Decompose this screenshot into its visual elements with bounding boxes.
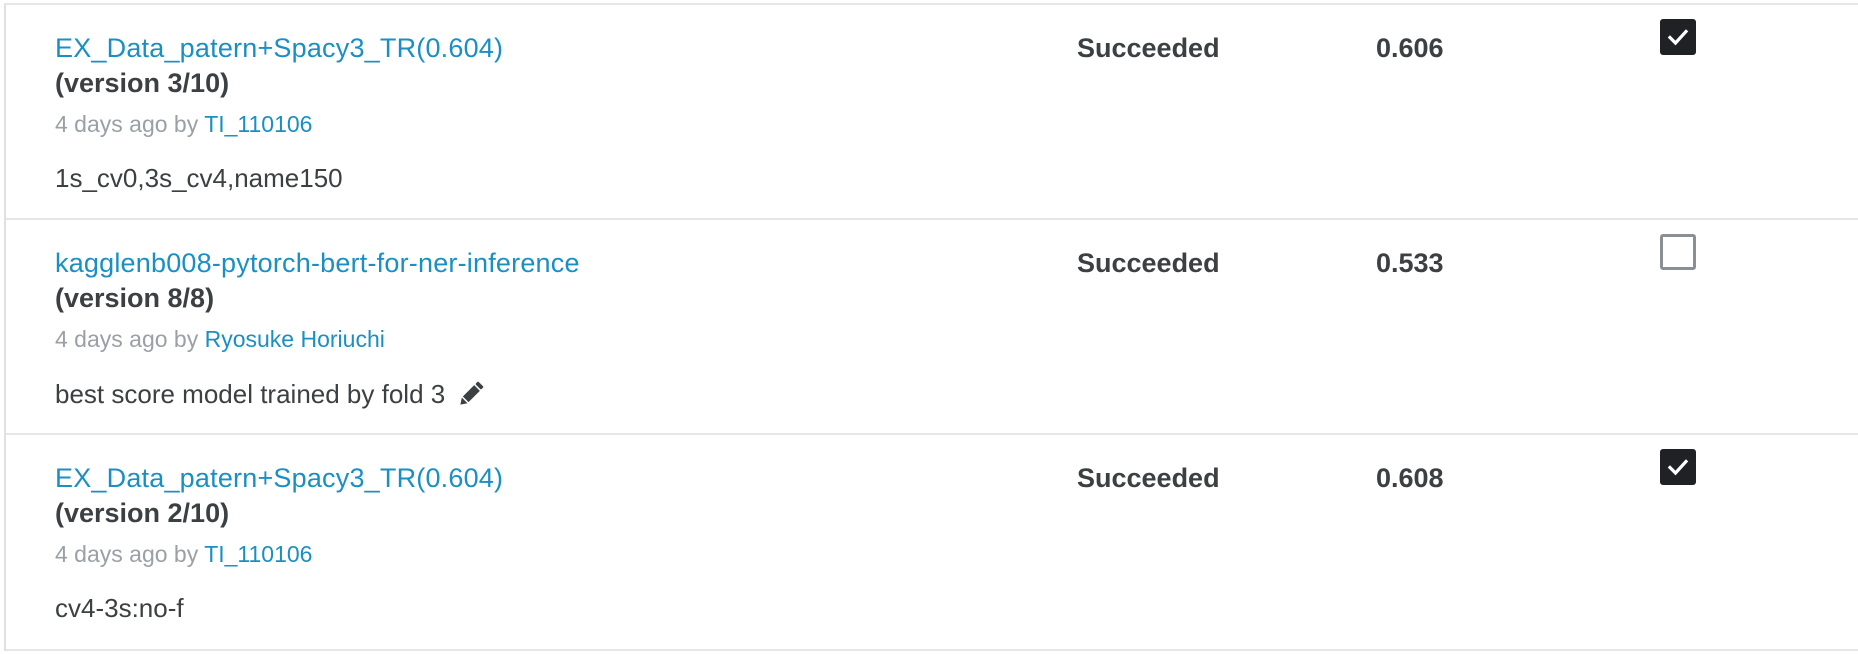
submission-meta: 4 days ago by Ryosuke Horiuchi <box>55 326 385 353</box>
notebook-title-link[interactable]: EX_Data_patern+Spacy3_TR(0.604) <box>55 33 503 64</box>
submission-description: 1s_cv0,3s_cv4,name150 <box>55 163 343 194</box>
submission-time: 4 days ago by <box>55 326 205 352</box>
submission-time: 4 days ago by <box>55 541 205 567</box>
status-label: Succeeded <box>1077 33 1220 63</box>
select-for-final-checkbox[interactable] <box>1660 19 1696 55</box>
author-link[interactable]: TI_110106 <box>204 111 312 137</box>
submissions-table: EX_Data_patern+Spacy3_TR(0.604) (version… <box>4 3 1858 651</box>
checkmark-icon <box>1667 29 1689 46</box>
status-label: Succeeded <box>1077 248 1220 278</box>
public-score: 0.608 <box>1376 463 1444 493</box>
pencil-icon[interactable] <box>455 378 487 410</box>
submission-time: 4 days ago by <box>55 111 205 137</box>
submission-meta: 4 days ago by TI_110106 <box>55 541 312 568</box>
submission-description: cv4-3s:no-f <box>55 593 184 624</box>
submission-meta: 4 days ago by TI_110106 <box>55 111 312 138</box>
notebook-title-link[interactable]: EX_Data_patern+Spacy3_TR(0.604) <box>55 463 503 494</box>
submission-row: kagglenb008-pytorch-bert-for-ner-inferen… <box>6 220 1858 435</box>
status-label: Succeeded <box>1077 463 1220 493</box>
select-for-final-checkbox[interactable] <box>1660 234 1696 270</box>
version-label: (version 3/10) <box>55 68 230 98</box>
description-text: 1s_cv0,3s_cv4,name150 <box>55 163 343 193</box>
notebook-title-link[interactable]: kagglenb008-pytorch-bert-for-ner-inferen… <box>55 248 580 279</box>
submission-description: best score model trained by fold 3 <box>55 378 487 410</box>
description-text: cv4-3s:no-f <box>55 593 184 623</box>
version-label: (version 8/8) <box>55 283 215 313</box>
submission-row: EX_Data_patern+Spacy3_TR(0.604) (version… <box>6 5 1858 220</box>
public-score: 0.606 <box>1376 33 1444 63</box>
submission-row: EX_Data_patern+Spacy3_TR(0.604) (version… <box>6 435 1858 651</box>
checkmark-icon <box>1667 459 1689 476</box>
version-label: (version 2/10) <box>55 498 230 528</box>
author-link[interactable]: Ryosuke Horiuchi <box>205 326 385 352</box>
select-for-final-checkbox[interactable] <box>1660 449 1696 485</box>
public-score: 0.533 <box>1376 248 1444 278</box>
author-link[interactable]: TI_110106 <box>204 541 312 567</box>
description-text: best score model trained by fold 3 <box>55 378 446 409</box>
